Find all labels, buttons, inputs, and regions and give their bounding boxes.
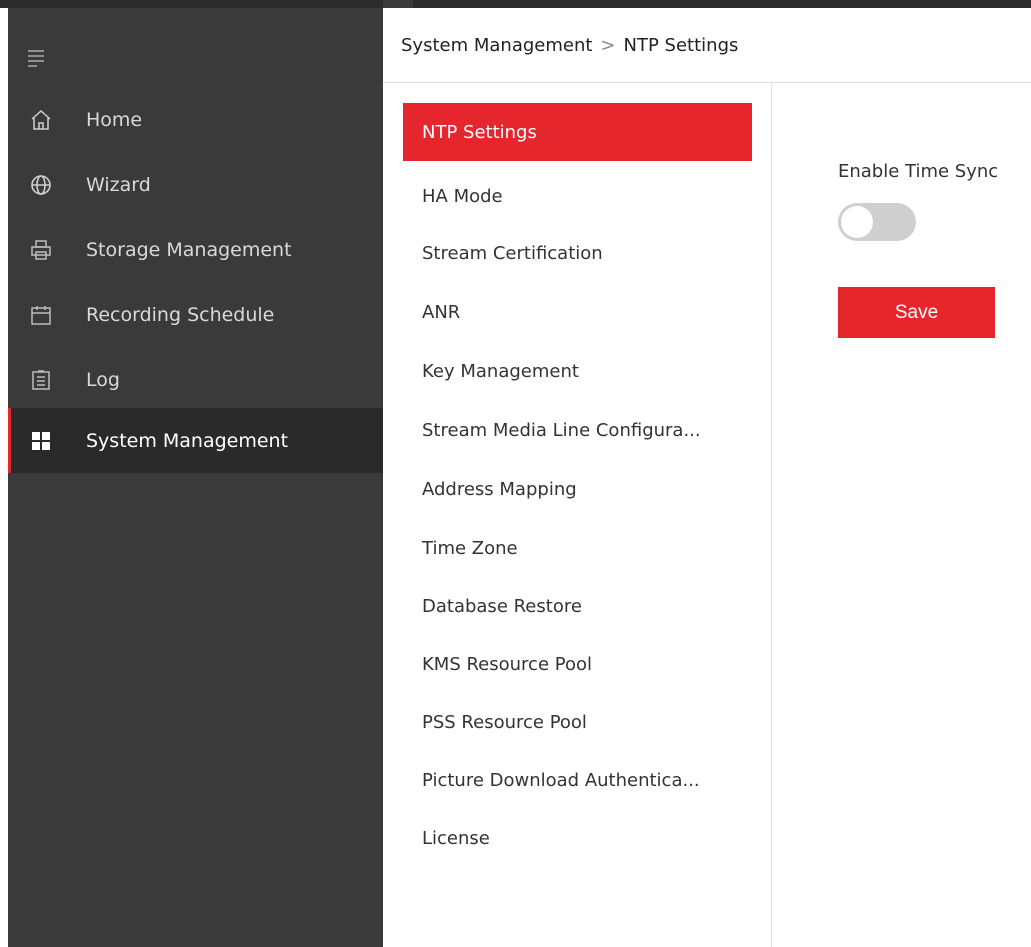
- breadcrumb: System Management > NTP Settings: [383, 35, 738, 56]
- sidebar: Home Wizard Storage Management Recording: [8, 8, 383, 947]
- save-button[interactable]: Save: [838, 287, 995, 338]
- enable-time-sync-label: Enable Time Sync: [838, 161, 999, 182]
- submenu-item-key-management[interactable]: Key Management: [403, 342, 752, 400]
- sidebar-item-home[interactable]: Home: [8, 87, 383, 152]
- sidebar-item-storage-management[interactable]: Storage Management: [8, 217, 383, 282]
- breadcrumb-current: NTP Settings: [623, 34, 739, 56]
- submenu-item-picture-download-authentication[interactable]: Picture Download Authentica...: [403, 751, 752, 809]
- enable-time-sync-toggle[interactable]: [838, 203, 916, 241]
- sidebar-item-label: Home: [86, 108, 143, 131]
- home-icon: [30, 109, 52, 131]
- sidebar-item-label: System Management: [86, 429, 289, 452]
- submenu-item-license[interactable]: License: [403, 809, 752, 867]
- sidebar-item-label: Recording Schedule: [86, 303, 275, 326]
- sidebar-item-wizard[interactable]: Wizard: [8, 152, 383, 217]
- submenu-item-time-zone[interactable]: Time Zone: [403, 519, 752, 577]
- sidebar-item-label: Log: [86, 368, 120, 391]
- sidebar-item-system-management[interactable]: System Management: [8, 408, 383, 473]
- globe-icon: [30, 174, 52, 196]
- submenu-item-address-mapping[interactable]: Address Mapping: [403, 460, 752, 518]
- submenu-item-database-restore[interactable]: Database Restore: [403, 577, 752, 635]
- submenu-item-anr[interactable]: ANR: [403, 283, 752, 341]
- submenu-item-ha-mode[interactable]: HA Mode: [403, 167, 752, 225]
- hamburger-icon[interactable]: [26, 48, 46, 68]
- submenu-item-ntp-settings[interactable]: NTP Settings: [403, 103, 752, 161]
- sidebar-item-label: Storage Management: [86, 238, 292, 261]
- left-gutter: [0, 8, 8, 947]
- breadcrumb-parent[interactable]: System Management: [401, 35, 592, 56]
- content-panel: Enable Time Sync Save: [772, 83, 1031, 947]
- sidebar-item-recording-schedule[interactable]: Recording Schedule: [8, 282, 383, 347]
- toggle-knob: [841, 206, 873, 238]
- calendar-icon: [30, 304, 52, 326]
- clipboard-icon: [30, 369, 52, 391]
- submenu: NTP Settings HA Mode Stream Certificatio…: [383, 83, 772, 947]
- sidebar-item-label: Wizard: [86, 173, 151, 196]
- top-bar-wedge: [383, 0, 413, 8]
- printer-icon: [30, 239, 52, 261]
- submenu-item-pss-resource-pool[interactable]: PSS Resource Pool: [403, 693, 752, 751]
- top-bar: [0, 0, 1031, 8]
- breadcrumb-separator: >: [600, 34, 616, 56]
- submenu-item-stream-media-line[interactable]: Stream Media Line Configura...: [403, 401, 752, 459]
- grid-icon: [30, 430, 52, 452]
- header: System Management > NTP Settings: [383, 8, 1031, 83]
- submenu-item-kms-resource-pool[interactable]: KMS Resource Pool: [403, 635, 752, 693]
- submenu-item-stream-certification[interactable]: Stream Certification: [403, 224, 752, 282]
- sidebar-item-log[interactable]: Log: [8, 347, 383, 412]
